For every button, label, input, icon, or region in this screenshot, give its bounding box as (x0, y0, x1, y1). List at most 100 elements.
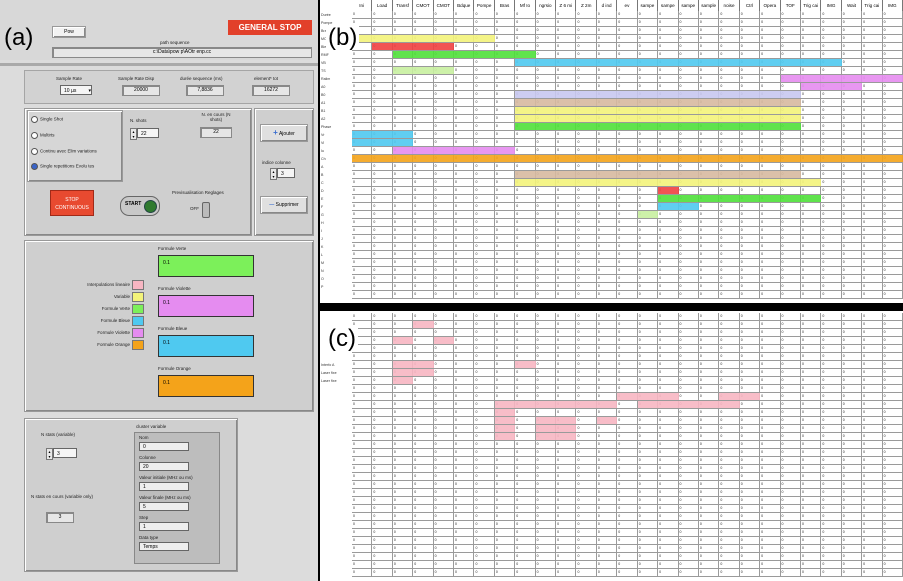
table-cell[interactable]: 0 (474, 251, 495, 259)
table-cell[interactable]: 0 (862, 235, 883, 243)
table-cell[interactable]: 0 (658, 505, 679, 513)
table-cell[interactable]: 0 (800, 385, 822, 393)
table-cell[interactable]: 0 (780, 345, 801, 353)
table-cell[interactable]: 0 (698, 529, 720, 537)
table-cell[interactable]: 0 (617, 235, 638, 243)
table-cell[interactable]: 0 (658, 67, 679, 75)
table-cell[interactable]: 0 (494, 251, 516, 259)
table-cell[interactable]: 0 (678, 489, 699, 497)
table-cell[interactable]: 0 (678, 545, 699, 553)
table-cell[interactable]: 0 (454, 497, 475, 505)
table-cell[interactable]: 0 (474, 107, 495, 115)
table-cell[interactable]: 0 (678, 291, 699, 299)
table-cell[interactable]: 0 (617, 473, 638, 481)
table-cell[interactable]: 0 (637, 465, 659, 473)
table-cell[interactable]: 0 (433, 195, 455, 203)
formula-field[interactable]: 0.1 (158, 335, 254, 357)
table-cell[interactable]: 0 (719, 219, 740, 227)
table-cell[interactable]: 0 (617, 377, 638, 385)
table-cell[interactable]: 0 (658, 211, 679, 219)
table-cell[interactable]: 0 (698, 19, 720, 27)
table-cell[interactable]: 0 (515, 219, 536, 227)
table-cell[interactable]: 0 (739, 235, 761, 243)
table-cell[interactable]: 0 (678, 259, 699, 267)
table-cell[interactable]: 0 (862, 521, 883, 529)
table-cell[interactable]: 0 (372, 211, 393, 219)
table-cell[interactable]: 0 (474, 59, 495, 67)
table-cell[interactable]: 0 (780, 513, 801, 521)
table-cell[interactable]: 0 (780, 163, 801, 171)
table-cell[interactable]: 0 (719, 369, 740, 377)
table-cell[interactable]: 0 (862, 195, 883, 203)
table-cell[interactable]: 0 (494, 179, 516, 187)
table-cell[interactable]: 0 (494, 235, 516, 243)
table-cell[interactable]: 0 (658, 529, 679, 537)
table-cell[interactable]: 0 (515, 513, 536, 521)
table-cell[interactable]: 0 (841, 291, 863, 299)
table-cell[interactable]: 0 (862, 313, 883, 321)
table-cell[interactable]: 0 (862, 51, 883, 59)
table-cell[interactable]: 0 (474, 369, 495, 377)
table-cell[interactable]: 0 (862, 329, 883, 337)
table-cell[interactable]: 0 (637, 251, 659, 259)
table-cell[interactable]: 0 (515, 529, 536, 537)
table-cell[interactable]: 0 (841, 195, 863, 203)
column-header[interactable]: Ini (352, 0, 373, 11)
table-cell[interactable]: 0 (821, 401, 842, 409)
table-cell[interactable]: 0 (596, 505, 618, 513)
table-cell[interactable]: 0 (515, 457, 536, 465)
table-cell[interactable]: 0 (698, 497, 720, 505)
table-cell[interactable]: 0 (515, 537, 536, 545)
table-cell[interactable]: 0 (780, 147, 801, 155)
table-cell[interactable]: 0 (352, 569, 373, 577)
table-cell[interactable]: 0 (352, 401, 373, 409)
table-cell[interactable]: 0 (454, 179, 475, 187)
table-cell[interactable]: 0 (454, 267, 475, 275)
table-cell[interactable]: 0 (433, 131, 455, 139)
table-cell[interactable]: 0 (433, 561, 455, 569)
table-cell[interactable]: 0 (372, 171, 393, 179)
table-cell[interactable]: 0 (862, 505, 883, 513)
table-cell[interactable]: 0 (882, 425, 903, 433)
table-cell[interactable]: 0 (392, 211, 414, 219)
table-cell[interactable]: 0 (474, 553, 495, 561)
table-cell[interactable]: 0 (617, 489, 638, 497)
table-cell[interactable]: 0 (576, 203, 597, 211)
table-cell[interactable]: 0 (760, 139, 781, 147)
table-cell[interactable]: 0 (352, 393, 373, 401)
mode-radio-1[interactable]: Multirts (31, 132, 55, 139)
table-cell[interactable]: 0 (474, 313, 495, 321)
table-cell[interactable]: 0 (800, 369, 822, 377)
table-cell[interactable]: 0 (494, 67, 516, 75)
table-cell[interactable]: 0 (637, 481, 659, 489)
table-cell[interactable]: 0 (719, 267, 740, 275)
table-cell[interactable]: 0 (698, 561, 720, 569)
table-cell[interactable]: 0 (413, 465, 434, 473)
table-cell[interactable]: 0 (413, 481, 434, 489)
table-cell[interactable]: 0 (841, 409, 863, 417)
table-cell[interactable]: 0 (535, 313, 557, 321)
table-cell[interactable]: 0 (739, 35, 761, 43)
table-cell[interactable]: 0 (474, 465, 495, 473)
table-cell[interactable]: 0 (392, 171, 414, 179)
table-cell[interactable]: 0 (596, 259, 618, 267)
table-cell[interactable]: 0 (800, 19, 822, 27)
table-cell[interactable]: 0 (617, 267, 638, 275)
table-cell[interactable]: 0 (535, 43, 557, 51)
table-cell[interactable]: 0 (392, 123, 414, 131)
table-cell[interactable]: 0 (760, 553, 781, 561)
table-cell[interactable]: 0 (678, 187, 699, 195)
table-cell[interactable]: 0 (739, 203, 761, 211)
table-cell[interactable]: 0 (454, 361, 475, 369)
table-cell[interactable]: 0 (454, 521, 475, 529)
table-cell[interactable]: 0 (719, 513, 740, 521)
table-cell[interactable]: 0 (821, 67, 842, 75)
table-cell[interactable]: 0 (841, 569, 863, 577)
table-cell[interactable]: 0 (352, 67, 373, 75)
table-cell[interactable]: 0 (739, 329, 761, 337)
n-shots-field[interactable]: 22 (137, 128, 159, 138)
table-cell[interactable]: 0 (535, 27, 557, 35)
table-cell[interactable]: 0 (372, 59, 393, 67)
table-cell[interactable]: 0 (698, 283, 720, 291)
table-cell[interactable]: 0 (739, 417, 761, 425)
